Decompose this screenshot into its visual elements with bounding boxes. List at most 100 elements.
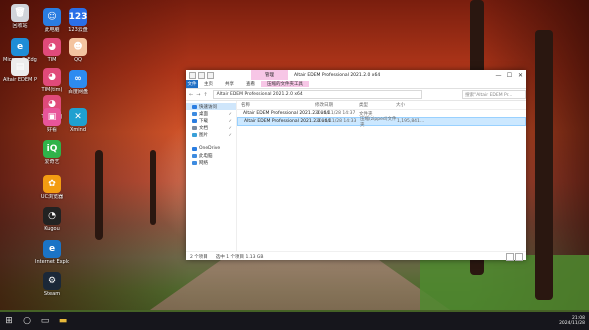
- recycle-bin-glyph: 🗑: [11, 4, 29, 22]
- app-blue2-icon[interactable]: ∞ 百度网盘: [61, 70, 95, 95]
- folder-icon: [192, 153, 197, 158]
- app-blue-glyph: ☺: [43, 8, 61, 26]
- file-name: Altair EDEM Professional 2021.2.0 x64: [243, 111, 330, 116]
- app-orange-icon[interactable]: ✿ UC浏览器: [35, 175, 69, 200]
- minimize-button[interactable]: —: [493, 70, 504, 80]
- app-orange-glyph: ✿: [43, 175, 61, 193]
- selection-info: 选中 1 个项目 1.13 GB: [215, 254, 264, 260]
- app-teal-icon[interactable]: ✕ Xmind: [61, 108, 95, 133]
- sidebar-item-label: 快速访问: [199, 104, 217, 110]
- close-button[interactable]: ✕: [515, 70, 526, 80]
- app-123-icon[interactable]: 123 123云盘: [61, 8, 95, 33]
- column-headers: 名称 修改日期 类型 大小: [237, 101, 526, 110]
- search-input[interactable]: 搜索"Altair EDEM Pr...: [462, 90, 526, 99]
- tab-file[interactable]: 文件: [186, 80, 198, 88]
- quick-access-toolbar[interactable]: [189, 71, 214, 79]
- sidebar-item[interactable]: 下载 ✓: [186, 117, 236, 124]
- start-button[interactable]: ⊞: [0, 312, 18, 330]
- up-button[interactable]: ↑: [203, 92, 207, 98]
- maximize-button[interactable]: ☐: [504, 70, 515, 80]
- steam-icon[interactable]: ⚙ Steam: [35, 272, 69, 297]
- wallpaper-trunk: [150, 150, 156, 225]
- desktop-icon-label: Altair EDEM Professional...: [3, 77, 37, 83]
- file-size: 1,195,841...: [397, 119, 425, 124]
- ie-icon[interactable]: eInternet Explorer: [35, 240, 69, 265]
- wallpaper-trunk: [95, 150, 103, 240]
- desktop-icon-label: Steam: [43, 291, 61, 297]
- folder-icon: [192, 104, 197, 109]
- window-title: Altair EDEM Professional 2021.2.0 x64: [294, 72, 381, 78]
- search-button[interactable]: ○: [18, 312, 36, 330]
- ie-glyph: e: [43, 240, 61, 258]
- desktop-icon-label: UC浏览器: [40, 194, 64, 200]
- desktop-icon-label: 爱奇艺: [44, 159, 60, 165]
- sidebar-item[interactable]: 图片 ✓: [186, 131, 236, 138]
- sidebar-item-label: 图片: [199, 132, 208, 138]
- sidebar-item-label: 桌面: [199, 111, 208, 117]
- task-view-button[interactable]: ▭: [36, 312, 54, 330]
- iqiyi-icon[interactable]: iQ 爱奇艺: [35, 140, 69, 165]
- iqiyi-glyph: iQ: [43, 140, 61, 158]
- pin-icon: ✓: [228, 118, 232, 123]
- recycle-bin-icon[interactable]: 🗑 回收站: [3, 4, 37, 29]
- back-button[interactable]: ←: [189, 92, 193, 98]
- column-size[interactable]: 大小: [396, 102, 436, 108]
- file-row[interactable]: Altair EDEM Professional 2021.2.0 x64 202…: [237, 116, 526, 128]
- desktop-icon-label: 123云盘: [68, 27, 88, 33]
- column-date[interactable]: 修改日期: [315, 102, 359, 108]
- desktop-icon-label: Xmind: [69, 127, 87, 133]
- address-row: ← → ↑ Altair EDEM Professional 2021.2.0 …: [186, 89, 526, 101]
- sidebar-item[interactable]: OneDrive: [186, 145, 236, 152]
- navigation-pane: 快速访问 桌面 ✓ 下载 ✓ 文档 ✓ 图片 ✓ OneDrive 此电脑 网络: [186, 101, 237, 251]
- column-name[interactable]: 名称: [241, 102, 315, 108]
- file-name: Altair EDEM Professional 2021.2.0 x64: [244, 119, 331, 124]
- app-teal-glyph: ✕: [69, 108, 87, 126]
- file-date: 2024/11/28 14:33: [316, 119, 357, 124]
- sidebar-item[interactable]: 桌面 ✓: [186, 110, 236, 117]
- desktop-icon-label: QQ: [74, 57, 82, 63]
- tab-compressed-tools[interactable]: 压缩的文件夹工具: [261, 81, 309, 87]
- sidebar-item: [186, 138, 236, 145]
- system-clock[interactable]: 21:08 2024/11/28: [559, 312, 585, 330]
- wallpaper-grass: [420, 255, 589, 310]
- pin-icon: ✓: [228, 111, 232, 116]
- app-pink4-glyph: ▣: [43, 108, 61, 126]
- wallpaper-trunk: [535, 30, 553, 300]
- tab-share[interactable]: 共享: [219, 81, 240, 87]
- sidebar-item[interactable]: 快速访问: [186, 103, 236, 110]
- file-type: 压缩(zipped)文件夹: [360, 116, 397, 128]
- steam-glyph: ⚙: [43, 272, 61, 290]
- sidebar-item-label: 文档: [199, 125, 208, 131]
- status-bar: 2 个项目 选中 1 个项目 1.13 GB: [186, 251, 526, 261]
- ribbon-tabs: 文件 主页 共享 查看 压缩的文件夹工具: [186, 80, 526, 89]
- tab-manage[interactable]: 管理: [251, 70, 288, 80]
- app-pink2-glyph: ◕: [43, 68, 61, 86]
- desktop-icon-label: Internet Explorer: [35, 259, 69, 265]
- app-123-glyph: 123: [69, 8, 87, 26]
- file-glyph: ▤: [11, 58, 29, 76]
- sidebar-item[interactable]: 此电脑: [186, 152, 236, 159]
- address-bar[interactable]: Altair EDEM Professional 2021.2.0 x64: [212, 90, 423, 99]
- tab-home[interactable]: 主页: [198, 81, 219, 87]
- sidebar-item[interactable]: 网络: [186, 159, 236, 166]
- file-explorer-taskbar-icon[interactable]: ▬: [54, 312, 72, 330]
- sidebar-item[interactable]: 文档 ✓: [186, 124, 236, 131]
- taskbar: ⊞ ○ ▭ ▬ 21:08 2024/11/28: [0, 312, 589, 330]
- app-avatar-icon[interactable]: ☻ QQ: [61, 38, 95, 63]
- file-icon[interactable]: ▤Altair EDEM Professional...: [3, 58, 37, 83]
- large-icons-view-button[interactable]: [515, 252, 523, 261]
- file-explorer-window[interactable]: 管理 Altair EDEM Professional 2021.2.0 x64…: [186, 70, 526, 261]
- details-view-button[interactable]: [506, 252, 514, 261]
- column-type[interactable]: 类型: [359, 102, 396, 108]
- sidebar-item-label: 网络: [199, 160, 208, 166]
- pin-icon: ✓: [228, 125, 232, 130]
- sidebar-item-label: 下载: [199, 118, 208, 124]
- title-bar[interactable]: 管理 Altair EDEM Professional 2021.2.0 x64…: [186, 70, 526, 80]
- app-black-glyph: ◔: [43, 207, 61, 225]
- tab-view[interactable]: 查看: [240, 81, 261, 87]
- forward-button[interactable]: →: [196, 92, 200, 98]
- clock-date: 2024/11/28: [559, 321, 585, 326]
- folder-icon: [192, 132, 197, 137]
- desktop-icon-label: Kugou: [44, 226, 60, 232]
- app-black-icon[interactable]: ◔ Kugou: [35, 207, 69, 232]
